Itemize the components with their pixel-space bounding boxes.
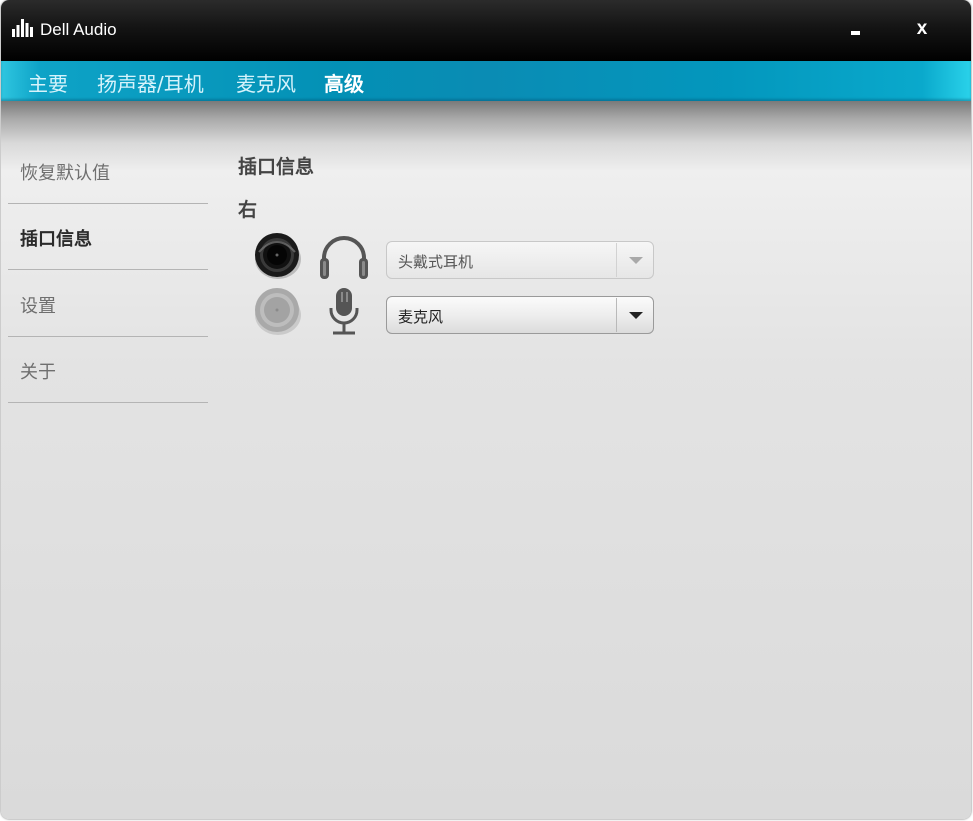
dropdown-value: 麦克风 xyxy=(398,308,444,326)
dell-audio-window: Dell Audio x 主要 扬声器/耳机 麦克风 高级 恢复默认值 插口信息… xyxy=(1,0,971,819)
dropdown-value: 头戴式耳机 xyxy=(398,253,474,271)
chevron-down-icon xyxy=(629,257,643,264)
page-title: 插口信息 xyxy=(238,156,315,178)
divider xyxy=(8,402,208,403)
audio-bars-icon xyxy=(12,19,33,37)
tab-speakers-headphones[interactable]: 扬声器/耳机 xyxy=(97,68,204,97)
tab-microphone[interactable]: 麦克风 xyxy=(236,68,296,97)
divider xyxy=(8,269,208,270)
header-shadow xyxy=(1,101,971,171)
microphone-icon xyxy=(329,288,359,335)
divider xyxy=(8,336,208,337)
close-button[interactable]: x xyxy=(907,15,937,45)
chevron-down-icon xyxy=(629,312,643,319)
sidebar-item-restore-defaults[interactable]: 恢复默认值 xyxy=(20,159,110,185)
tab-main[interactable]: 主要 xyxy=(28,68,68,97)
minimize-icon xyxy=(851,31,860,35)
sidebar-item-jack-info[interactable]: 插口信息 xyxy=(20,225,92,251)
dropdown-separator xyxy=(616,298,617,332)
sidebar-item-about[interactable]: 关于 xyxy=(20,358,56,384)
jack-connected-icon xyxy=(255,233,301,279)
divider xyxy=(8,203,208,204)
microphone-device-dropdown[interactable]: 麦克风 xyxy=(386,296,654,334)
title-bar[interactable]: Dell Audio x xyxy=(1,0,971,61)
app-title: Dell Audio xyxy=(40,20,117,39)
headphones-icon xyxy=(320,236,368,279)
tab-bar: 主要 扬声器/耳机 麦克风 高级 xyxy=(1,61,971,101)
minimize-button[interactable] xyxy=(841,15,871,45)
sidebar-item-settings[interactable]: 设置 xyxy=(20,292,56,318)
dropdown-separator xyxy=(616,243,617,277)
headphones-device-dropdown[interactable]: 头戴式耳机 xyxy=(386,241,654,279)
tab-advanced[interactable]: 高级 xyxy=(324,68,364,97)
jack-empty-icon xyxy=(255,288,301,335)
jack-side-label: 右 xyxy=(238,199,258,221)
